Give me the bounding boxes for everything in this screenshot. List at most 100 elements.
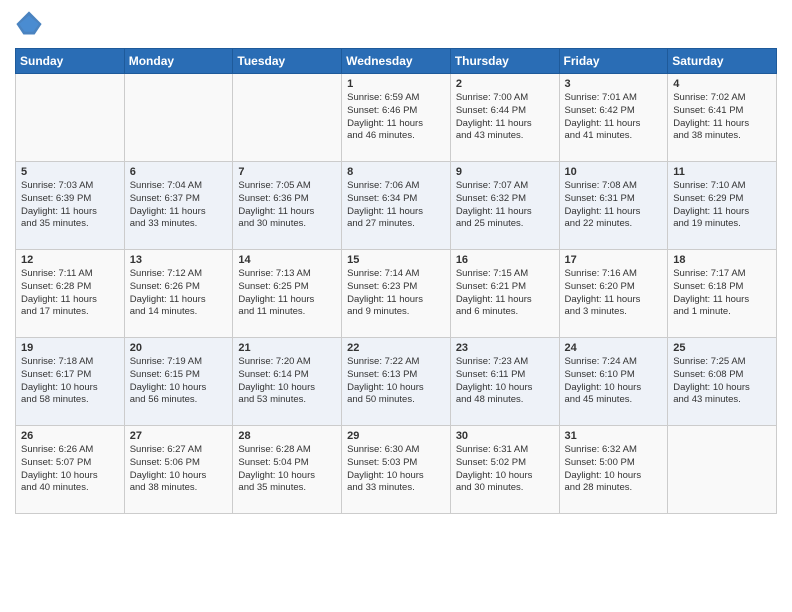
calendar-day-cell: 23 Sunrise: 7:23 AM Sunset: 6:11 PM Dayli…	[450, 338, 559, 426]
day-info: Sunrise: 7:05 AM Sunset: 6:36 PM Dayligh…	[238, 180, 336, 231]
day-number: 18	[673, 254, 771, 266]
day-info: Sunrise: 7:10 AM Sunset: 6:29 PM Dayligh…	[673, 180, 771, 231]
calendar-day-cell	[668, 426, 777, 514]
calendar-day-cell	[233, 74, 342, 162]
day-info: Sunrise: 6:30 AM Sunset: 5:03 PM Dayligh…	[347, 444, 445, 495]
calendar-day-cell: 31 Sunrise: 6:32 AM Sunset: 5:00 PM Dayli…	[559, 426, 668, 514]
day-number: 13	[130, 254, 228, 266]
day-number: 15	[347, 254, 445, 266]
day-number: 24	[565, 342, 663, 354]
day-info: Sunrise: 7:17 AM Sunset: 6:18 PM Dayligh…	[673, 268, 771, 319]
day-number: 29	[347, 430, 445, 442]
calendar-day-cell: 27 Sunrise: 6:27 AM Sunset: 5:06 PM Dayli…	[124, 426, 233, 514]
calendar-day-cell: 18 Sunrise: 7:17 AM Sunset: 6:18 PM Dayli…	[668, 250, 777, 338]
calendar-week-row: 5Sunrise: 7:03 AM Sunset: 6:39 PM Daylig…	[16, 162, 777, 250]
calendar-day-cell: 24 Sunrise: 7:24 AM Sunset: 6:10 PM Dayli…	[559, 338, 668, 426]
calendar-day-cell: 11 Sunrise: 7:10 AM Sunset: 6:29 PM Dayli…	[668, 162, 777, 250]
day-info: Sunrise: 7:23 AM Sunset: 6:11 PM Dayligh…	[456, 356, 554, 407]
calendar-week-row: 26 Sunrise: 6:26 AM Sunset: 5:07 PM Dayli…	[16, 426, 777, 514]
day-number: 23	[456, 342, 554, 354]
calendar-day-cell: 22 Sunrise: 7:22 AM Sunset: 6:13 PM Dayli…	[342, 338, 451, 426]
calendar-day-header: Tuesday	[233, 49, 342, 74]
calendar-day-header: Sunday	[16, 49, 125, 74]
day-info: Sunrise: 7:22 AM Sunset: 6:13 PM Dayligh…	[347, 356, 445, 407]
calendar-day-cell	[124, 74, 233, 162]
calendar-day-header: Saturday	[668, 49, 777, 74]
day-info: Sunrise: 7:15 AM Sunset: 6:21 PM Dayligh…	[456, 268, 554, 319]
calendar-day-cell: 10 Sunrise: 7:08 AM Sunset: 6:31 PM Dayli…	[559, 162, 668, 250]
calendar-day-cell: 28 Sunrise: 6:28 AM Sunset: 5:04 PM Dayli…	[233, 426, 342, 514]
calendar-day-cell: 29 Sunrise: 6:30 AM Sunset: 5:03 PM Dayli…	[342, 426, 451, 514]
day-number: 11	[673, 166, 771, 178]
day-info: Sunrise: 6:26 AM Sunset: 5:07 PM Dayligh…	[21, 444, 119, 495]
calendar-day-cell: 4 Sunrise: 7:02 AM Sunset: 6:41 PM Daylig…	[668, 74, 777, 162]
day-number: 27	[130, 430, 228, 442]
calendar-day-cell: 13 Sunrise: 7:12 AM Sunset: 6:26 PM Dayli…	[124, 250, 233, 338]
day-number: 31	[565, 430, 663, 442]
calendar-day-header: Monday	[124, 49, 233, 74]
calendar-day-header: Wednesday	[342, 49, 451, 74]
day-number: 30	[456, 430, 554, 442]
calendar-day-cell: 17 Sunrise: 7:16 AM Sunset: 6:20 PM Dayli…	[559, 250, 668, 338]
calendar-day-cell: 15 Sunrise: 7:14 AM Sunset: 6:23 PM Dayli…	[342, 250, 451, 338]
day-info: Sunrise: 7:20 AM Sunset: 6:14 PM Dayligh…	[238, 356, 336, 407]
day-info: Sunrise: 7:19 AM Sunset: 6:15 PM Dayligh…	[130, 356, 228, 407]
calendar-week-row: 19Sunrise: 7:18 AM Sunset: 6:17 PM Dayli…	[16, 338, 777, 426]
day-info: Sunrise: 7:01 AM Sunset: 6:42 PM Dayligh…	[565, 92, 663, 143]
day-number: 10	[565, 166, 663, 178]
calendar-day-cell: 20 Sunrise: 7:19 AM Sunset: 6:15 PM Dayli…	[124, 338, 233, 426]
day-number: 17	[565, 254, 663, 266]
calendar-day-cell: 14Sunrise: 7:13 AM Sunset: 6:25 PM Dayli…	[233, 250, 342, 338]
calendar-day-header: Friday	[559, 49, 668, 74]
calendar-day-cell: 5Sunrise: 7:03 AM Sunset: 6:39 PM Daylig…	[16, 162, 125, 250]
day-number: 3	[565, 78, 663, 90]
calendar-day-cell: 12 Sunrise: 7:11 AM Sunset: 6:28 PM Dayli…	[16, 250, 125, 338]
day-number: 21	[238, 342, 336, 354]
calendar-week-row: 12 Sunrise: 7:11 AM Sunset: 6:28 PM Dayli…	[16, 250, 777, 338]
day-number: 7	[238, 166, 336, 178]
day-number: 25	[673, 342, 771, 354]
day-info: Sunrise: 7:14 AM Sunset: 6:23 PM Dayligh…	[347, 268, 445, 319]
day-number: 26	[21, 430, 119, 442]
day-info: Sunrise: 7:08 AM Sunset: 6:31 PM Dayligh…	[565, 180, 663, 231]
day-number: 1	[347, 78, 445, 90]
day-info: Sunrise: 7:24 AM Sunset: 6:10 PM Dayligh…	[565, 356, 663, 407]
day-info: Sunrise: 6:27 AM Sunset: 5:06 PM Dayligh…	[130, 444, 228, 495]
day-info: Sunrise: 6:32 AM Sunset: 5:00 PM Dayligh…	[565, 444, 663, 495]
day-info: Sunrise: 6:59 AM Sunset: 6:46 PM Dayligh…	[347, 92, 445, 143]
calendar-day-cell: 8 Sunrise: 7:06 AM Sunset: 6:34 PM Daylig…	[342, 162, 451, 250]
logo-icon	[15, 10, 43, 38]
day-info: Sunrise: 7:06 AM Sunset: 6:34 PM Dayligh…	[347, 180, 445, 231]
day-number: 22	[347, 342, 445, 354]
day-info: Sunrise: 7:11 AM Sunset: 6:28 PM Dayligh…	[21, 268, 119, 319]
calendar-header-row: SundayMondayTuesdayWednesdayThursdayFrid…	[16, 49, 777, 74]
day-info: Sunrise: 7:25 AM Sunset: 6:08 PM Dayligh…	[673, 356, 771, 407]
day-number: 8	[347, 166, 445, 178]
day-number: 4	[673, 78, 771, 90]
day-info: Sunrise: 7:16 AM Sunset: 6:20 PM Dayligh…	[565, 268, 663, 319]
page-container: SundayMondayTuesdayWednesdayThursdayFrid…	[0, 0, 792, 524]
page-header	[15, 10, 777, 38]
calendar-day-cell	[16, 74, 125, 162]
day-number: 14	[238, 254, 336, 266]
day-number: 20	[130, 342, 228, 354]
day-info: Sunrise: 7:18 AM Sunset: 6:17 PM Dayligh…	[21, 356, 119, 407]
day-info: Sunrise: 7:00 AM Sunset: 6:44 PM Dayligh…	[456, 92, 554, 143]
logo	[15, 10, 47, 38]
calendar-day-cell: 3 Sunrise: 7:01 AM Sunset: 6:42 PM Daylig…	[559, 74, 668, 162]
day-info: Sunrise: 7:02 AM Sunset: 6:41 PM Dayligh…	[673, 92, 771, 143]
day-info: Sunrise: 6:28 AM Sunset: 5:04 PM Dayligh…	[238, 444, 336, 495]
calendar-day-cell: 9Sunrise: 7:07 AM Sunset: 6:32 PM Daylig…	[450, 162, 559, 250]
day-number: 28	[238, 430, 336, 442]
calendar-day-cell: 2Sunrise: 7:00 AM Sunset: 6:44 PM Daylig…	[450, 74, 559, 162]
day-info: Sunrise: 7:12 AM Sunset: 6:26 PM Dayligh…	[130, 268, 228, 319]
calendar-day-cell: 7 Sunrise: 7:05 AM Sunset: 6:36 PM Daylig…	[233, 162, 342, 250]
calendar-table: SundayMondayTuesdayWednesdayThursdayFrid…	[15, 48, 777, 514]
calendar-day-cell: 21 Sunrise: 7:20 AM Sunset: 6:14 PM Dayli…	[233, 338, 342, 426]
day-info: Sunrise: 7:03 AM Sunset: 6:39 PM Dayligh…	[21, 180, 119, 231]
calendar-day-cell: 1 Sunrise: 6:59 AM Sunset: 6:46 PM Daylig…	[342, 74, 451, 162]
day-number: 9	[456, 166, 554, 178]
day-number: 12	[21, 254, 119, 266]
calendar-day-header: Thursday	[450, 49, 559, 74]
calendar-day-cell: 30Sunrise: 6:31 AM Sunset: 5:02 PM Dayli…	[450, 426, 559, 514]
